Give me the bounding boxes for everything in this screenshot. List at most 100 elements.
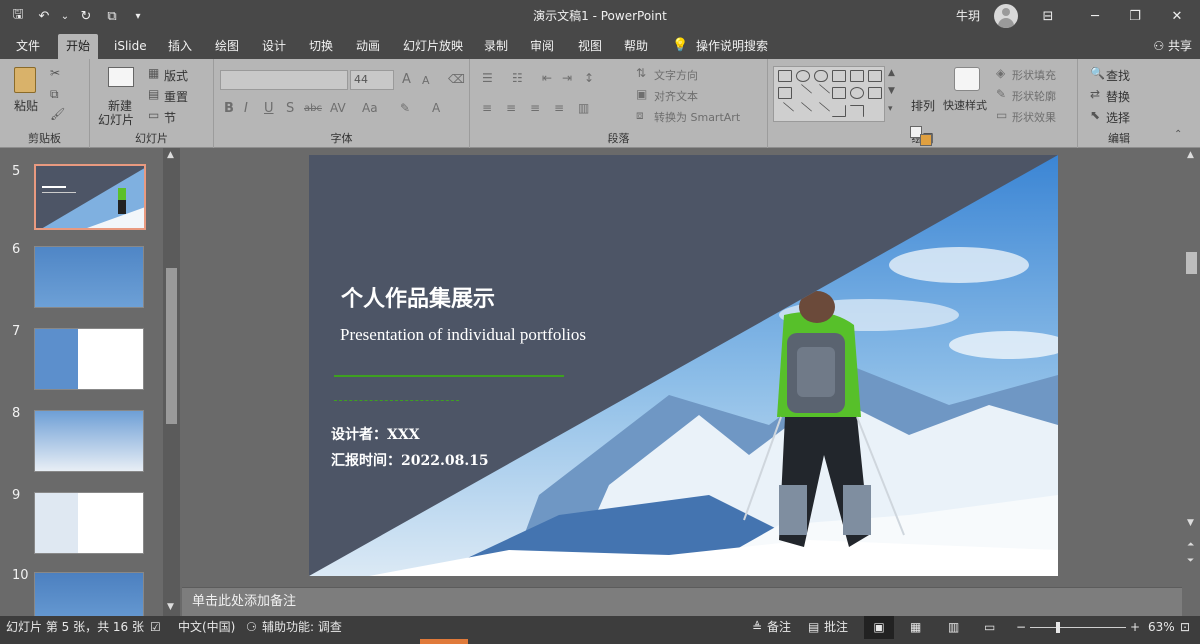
spelling-icon[interactable]: ☑ xyxy=(150,616,161,639)
report-time-text[interactable]: 汇报时间：2022.08.15 xyxy=(331,450,489,470)
zoom-slider-track[interactable] xyxy=(1030,627,1126,628)
previous-slide-icon[interactable]: ⏶ xyxy=(1187,540,1194,550)
line-spacing-icon[interactable]: ↕ xyxy=(584,71,594,85)
editor-scroll-down-icon[interactable]: ▼ xyxy=(1187,518,1194,528)
redo-icon[interactable]: ↻ xyxy=(76,5,96,27)
editor-scroll-thumb[interactable] xyxy=(1186,252,1197,274)
scroll-down-icon[interactable]: ▼ xyxy=(167,602,174,612)
tab-draw[interactable]: 绘图 xyxy=(207,34,247,59)
undo-icon[interactable]: ↶ xyxy=(34,5,54,27)
slide-sorter-icon[interactable]: ▦ xyxy=(910,616,921,639)
columns-icon[interactable]: ▥ xyxy=(578,101,589,115)
slide-thumbnail-5[interactable] xyxy=(34,164,146,230)
shapes-more-icon[interactable]: ▾ xyxy=(888,104,893,114)
user-name[interactable]: 牛玥 xyxy=(956,0,980,32)
replace-button[interactable]: 替换 xyxy=(1106,88,1130,105)
decrease-indent-icon[interactable]: ⇤ xyxy=(542,71,552,85)
font-size-input[interactable]: 44 xyxy=(350,70,394,90)
slide-thumbnail-8[interactable] xyxy=(34,410,144,472)
undo-dropdown-icon[interactable]: ⌄ xyxy=(60,5,70,27)
shape-oval2-icon[interactable] xyxy=(850,87,864,99)
ribbon-display-options-icon[interactable]: ⊟ xyxy=(1025,0,1071,32)
shape-pentagon-icon[interactable] xyxy=(832,70,846,82)
clear-format-icon[interactable]: ⌫ xyxy=(448,72,465,86)
slide-subtitle[interactable]: Presentation of individual portfolios xyxy=(340,325,586,345)
character-spacing-button[interactable]: AV xyxy=(330,101,346,115)
tab-insert[interactable]: 插入 xyxy=(160,34,200,59)
tab-record[interactable]: 录制 xyxy=(476,34,516,59)
tab-animations[interactable]: 动画 xyxy=(348,34,388,59)
slide-thumbnail-10[interactable] xyxy=(34,572,144,616)
shapes-scroll-down-icon[interactable]: ▼ xyxy=(888,86,895,96)
reset-button[interactable]: 重置 xyxy=(164,88,188,105)
thumbnails-scroll-thumb[interactable] xyxy=(166,268,177,424)
tab-islide[interactable]: iSlide xyxy=(106,34,155,59)
shape-elbow2-icon[interactable] xyxy=(850,105,864,117)
editor-scrollbar[interactable]: ▲ ▼ ⏶ ⏷ xyxy=(1182,148,1200,586)
comments-button[interactable]: 批注 xyxy=(824,616,848,639)
align-text-button[interactable]: 对齐文本 xyxy=(654,88,698,104)
shape-line3-icon[interactable] xyxy=(793,101,813,121)
shape-rounded-icon[interactable] xyxy=(814,70,828,82)
section-button[interactable]: 节 xyxy=(164,109,176,126)
thumbnails-scrollbar[interactable]: ▲ ▼ xyxy=(163,148,180,616)
user-avatar[interactable] xyxy=(994,4,1018,28)
bold-button[interactable]: B xyxy=(224,101,234,116)
select-button[interactable]: 选择 xyxy=(1106,109,1130,126)
tab-slideshow[interactable]: 幻灯片放映 xyxy=(395,34,471,59)
italic-button[interactable]: I xyxy=(244,101,248,116)
fit-to-window-icon[interactable]: ⊡ xyxy=(1180,616,1190,639)
zoom-in-icon[interactable]: + xyxy=(1130,616,1140,639)
next-slide-icon[interactable]: ⏷ xyxy=(1187,556,1194,566)
format-painter-icon[interactable]: 🖌 xyxy=(50,107,65,121)
save-icon[interactable]: 🖫 xyxy=(8,5,28,27)
shape-oval-icon[interactable] xyxy=(796,70,810,82)
align-center-icon[interactable]: ≡ xyxy=(506,101,516,115)
shape-fill-button[interactable]: 形状填充 xyxy=(1012,67,1056,83)
paste-button[interactable]: 粘贴 xyxy=(14,97,38,114)
editor-scroll-up-icon[interactable]: ▲ xyxy=(1187,150,1194,160)
collapse-ribbon-icon[interactable]: ⌃ xyxy=(1174,129,1182,140)
customize-qat-icon[interactable]: ▾ xyxy=(128,5,148,27)
layout-button[interactable]: 版式 xyxy=(164,67,188,84)
zoom-level[interactable]: 63% xyxy=(1148,616,1175,639)
justify-icon[interactable]: ≡ xyxy=(554,101,564,115)
increase-indent-icon[interactable]: ⇥ xyxy=(562,71,572,85)
zoom-out-icon[interactable]: − xyxy=(1016,616,1026,639)
slide-thumbnail-6[interactable] xyxy=(34,246,144,308)
shape-arrow-icon[interactable] xyxy=(811,83,831,103)
tab-review[interactable]: 审阅 xyxy=(522,34,562,59)
tab-view[interactable]: 视图 xyxy=(570,34,610,59)
shape-curve-icon[interactable] xyxy=(868,105,882,117)
shape-line-icon[interactable] xyxy=(793,83,813,103)
share-button[interactable]: ⚇ 共享 xyxy=(1153,34,1192,59)
new-slide-label-2[interactable]: 幻灯片 xyxy=(98,111,134,128)
accessibility-status[interactable]: 辅助功能: 调查 xyxy=(262,616,342,639)
shapes-gallery[interactable] xyxy=(773,66,885,122)
shadow-button[interactable]: S xyxy=(286,101,294,116)
find-button[interactable]: 查找 xyxy=(1106,67,1130,84)
shrink-font-icon[interactable]: A xyxy=(422,74,430,87)
reading-view-icon[interactable]: ▥ xyxy=(948,616,959,639)
copy-icon[interactable]: ⧉ xyxy=(50,87,59,102)
font-color-icon[interactable]: A xyxy=(432,101,440,115)
tab-file[interactable]: 文件 xyxy=(8,34,48,59)
font-family-input[interactable] xyxy=(220,70,348,90)
quick-styles-button[interactable]: 快速样式 xyxy=(943,97,987,113)
shapes-scroll-up-icon[interactable]: ▲ xyxy=(888,68,895,78)
designer-text[interactable]: 设计者：XXX xyxy=(331,424,420,444)
convert-smartart-button[interactable]: 转换为 SmartArt xyxy=(654,109,740,125)
shape-callout-icon[interactable] xyxy=(868,70,882,82)
shape-line4-icon[interactable] xyxy=(811,101,831,121)
grow-font-icon[interactable]: A xyxy=(402,72,411,87)
shape-outline-button[interactable]: 形状轮廓 xyxy=(1012,88,1056,104)
shape-rect-icon[interactable] xyxy=(850,70,864,82)
strikethrough-button[interactable]: abc xyxy=(304,103,322,114)
underline-button[interactable]: U xyxy=(264,101,274,116)
slideshow-view-icon[interactable]: ▭ xyxy=(984,616,995,639)
shape-effects-button[interactable]: 形状效果 xyxy=(1012,109,1056,125)
language-status[interactable]: 中文(中国) xyxy=(178,616,235,639)
scroll-up-icon[interactable]: ▲ xyxy=(167,150,174,160)
notes-button[interactable]: 备注 xyxy=(767,616,791,639)
tell-me-search[interactable]: 操作说明搜索 xyxy=(688,34,776,59)
